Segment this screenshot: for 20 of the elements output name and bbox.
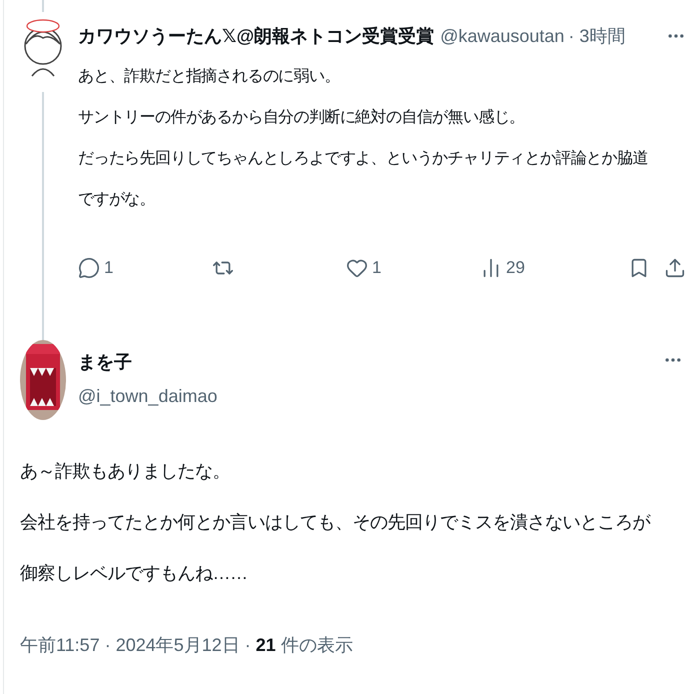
reply-button[interactable]: 1 [78, 257, 212, 279]
author-name[interactable]: カワウソうーたん𝕏@朗報ネトコン受賞受賞 [78, 24, 434, 48]
author-handle[interactable]: @i_town_daimao [78, 380, 218, 412]
post-meta: 午前11:57 · 2024年5月12日 · 21 件の表示 [20, 634, 354, 657]
share-icon [664, 257, 686, 279]
post-text: サントリーの件があるから自分の判断に絶対の自信が無い感じ。 [78, 108, 525, 128]
author-name[interactable]: まを子 [78, 344, 218, 380]
post-time[interactable]: · 3時間 [568, 24, 626, 48]
post-text: ですがな。 [78, 190, 156, 210]
share-button[interactable] [664, 257, 686, 279]
like-button[interactable]: 1 [346, 257, 480, 279]
views-button[interactable]: 29 [480, 257, 614, 279]
speech-bubble-icon [78, 257, 100, 279]
post-text: だったら先回りしてちゃんとしろよですよ、というかチャリティとか評論とか脇道 [78, 148, 648, 169]
post-text: あ～詐欺もありましたな。 [20, 460, 231, 483]
post-text: 御察しレベルですもんね…… [20, 562, 248, 585]
post-text: 会社を持ってたとか何とか言いはしても、その先回りでミスを潰さないところが [20, 511, 652, 534]
heart-icon [346, 257, 368, 279]
post-text: あと、詐欺だと指摘されるのに弱い。 [78, 66, 340, 87]
author-handle[interactable]: @kawausoutan [440, 26, 564, 46]
